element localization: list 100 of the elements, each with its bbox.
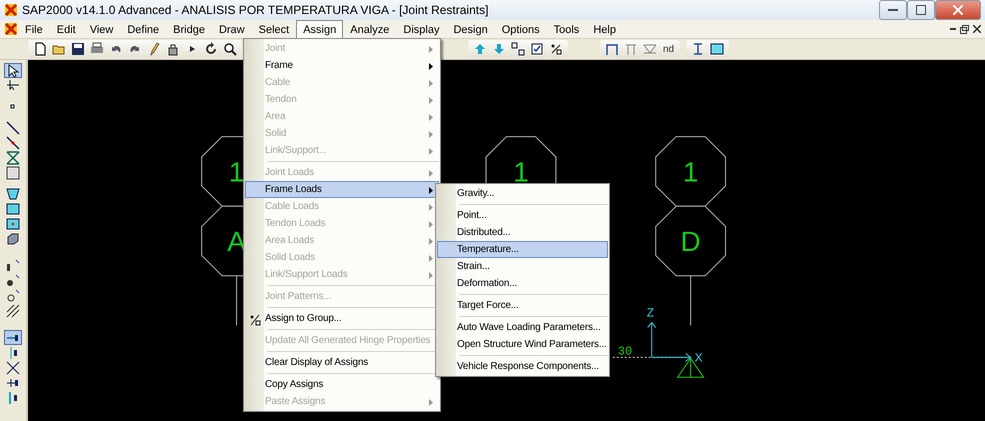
dimension-label: 30 bbox=[618, 344, 632, 358]
line-icon bbox=[6, 120, 20, 134]
line-point-icon bbox=[6, 136, 20, 150]
grid-select-button[interactable] bbox=[510, 41, 526, 57]
cube-icon bbox=[6, 232, 20, 246]
menu-item[interactable]: Options bbox=[494, 20, 547, 38]
pointer-line-button[interactable] bbox=[4, 78, 22, 93]
app-logo-icon bbox=[4, 3, 18, 17]
rectangle-point-button[interactable] bbox=[4, 216, 22, 231]
close-button[interactable] bbox=[935, 0, 981, 20]
submenu-arrow-icon bbox=[429, 63, 433, 70]
group-icon bbox=[249, 314, 261, 326]
menu-item[interactable]: Distributed... bbox=[437, 224, 608, 241]
menu-item[interactable]: Frame bbox=[245, 57, 439, 74]
menu-item[interactable]: Display bbox=[396, 20, 446, 38]
checkbox-icon bbox=[530, 42, 544, 56]
menu-item[interactable]: Select bbox=[252, 20, 296, 38]
group-icon bbox=[549, 42, 563, 56]
refresh-button[interactable] bbox=[203, 41, 219, 57]
axis-label: Z bbox=[646, 306, 654, 320]
restore-button[interactable] bbox=[907, 0, 935, 20]
menu-item[interactable]: Assign to Group... bbox=[245, 310, 439, 327]
pointer-icon bbox=[6, 64, 20, 78]
grid-icon bbox=[6, 166, 20, 180]
grid-label: 1 bbox=[513, 156, 529, 188]
line-button[interactable] bbox=[4, 120, 22, 135]
window-icon bbox=[710, 42, 724, 56]
menu-item[interactable]: Target Force... bbox=[437, 297, 608, 314]
hatch-select-icon bbox=[6, 304, 20, 318]
menu-item[interactable]: Clear Display of Assigns bbox=[245, 354, 439, 371]
menu-item[interactable]: Vehicle Response Components... bbox=[437, 358, 608, 375]
menu-item[interactable]: Tools bbox=[546, 20, 586, 38]
save-icon bbox=[71, 42, 85, 56]
display-button[interactable] bbox=[709, 41, 726, 57]
grid-label: D bbox=[680, 226, 701, 257]
printer-icon bbox=[90, 42, 104, 56]
submenu-arrow-icon bbox=[429, 131, 433, 138]
minimize-icon bbox=[950, 28, 956, 30]
grid-label: 1 bbox=[228, 156, 244, 188]
rectangle-point-icon bbox=[6, 216, 20, 230]
grid-button[interactable] bbox=[4, 165, 22, 180]
arrow-up-icon bbox=[473, 42, 487, 56]
menu-item[interactable]: Define bbox=[120, 20, 166, 38]
snap-intersection-button[interactable] bbox=[4, 360, 22, 375]
menu-item[interactable]: Deformation... bbox=[437, 275, 608, 292]
toolbar-button[interactable]: nd bbox=[661, 41, 676, 57]
menu-item[interactable]: Gravity... bbox=[437, 185, 608, 202]
axis-label: X bbox=[694, 350, 703, 364]
rectangle-icon bbox=[6, 202, 20, 216]
grid-select-icon bbox=[511, 42, 525, 56]
x-axis-arrow bbox=[651, 352, 692, 362]
pointer-button[interactable] bbox=[4, 63, 22, 78]
menu-item[interactable]: Assign bbox=[296, 20, 344, 38]
menu-item[interactable]: Auto Wave Loading Parameters... bbox=[437, 319, 608, 336]
minimize-button[interactable] bbox=[879, 0, 907, 20]
checkbox-button[interactable] bbox=[529, 41, 545, 57]
submenu-arrow-icon bbox=[429, 148, 433, 155]
menu-item[interactable]: File bbox=[18, 20, 50, 38]
menu-item[interactable]: Strain... bbox=[437, 258, 608, 275]
polygon-icon bbox=[6, 186, 20, 200]
menu-item[interactable]: Edit bbox=[50, 20, 83, 38]
menu-item[interactable]: Bridge bbox=[166, 20, 212, 38]
rectangle-button[interactable] bbox=[4, 201, 22, 216]
polygon-button[interactable] bbox=[4, 186, 22, 201]
submenu-arrow-icon bbox=[429, 114, 433, 121]
snap-end-icon bbox=[6, 390, 20, 404]
menu-item[interactable]: Help bbox=[586, 20, 623, 38]
menu-item[interactable]: Design bbox=[446, 20, 495, 38]
submenu-arrow-icon bbox=[429, 399, 433, 406]
minimize-icon bbox=[888, 9, 898, 11]
menu-item[interactable]: View bbox=[82, 20, 120, 38]
submenu-arrow-icon bbox=[429, 97, 433, 104]
window-title: SAP2000 v14.1.0 Advanced - ANALISIS POR TEMPERATURA VIGA - [Joint Restraints] bbox=[22, 3, 490, 17]
menu-item[interactable]: Open Structure Wind Parameters... bbox=[437, 336, 608, 353]
close-icon bbox=[973, 25, 981, 33]
submenu-arrow-icon bbox=[429, 80, 433, 87]
close-icon bbox=[953, 5, 963, 15]
brace-icon bbox=[624, 42, 638, 56]
zoom-button[interactable] bbox=[222, 41, 238, 57]
menu-item[interactable]: Analyze bbox=[343, 20, 396, 38]
pointer-line-icon bbox=[6, 78, 20, 92]
frame-icon bbox=[605, 42, 619, 56]
snap-intersection-icon bbox=[6, 360, 20, 374]
zoom-icon bbox=[223, 42, 237, 56]
submenu-arrow-icon bbox=[429, 46, 433, 53]
hatch-select-button[interactable] bbox=[4, 303, 22, 318]
lock-icon bbox=[166, 42, 180, 56]
app-logo-icon bbox=[4, 22, 18, 36]
line-point-button[interactable] bbox=[4, 135, 22, 150]
menu-item[interactable]: Draw bbox=[212, 20, 252, 38]
menu-item[interactable]: Temperature... bbox=[437, 241, 608, 258]
snap-button[interactable] bbox=[4, 330, 22, 345]
refresh-icon bbox=[204, 42, 218, 56]
truss-icon bbox=[643, 42, 657, 56]
menu-item[interactable]: Copy Assigns bbox=[245, 376, 439, 393]
submenu-arrow-icon bbox=[429, 272, 433, 279]
menu-item[interactable]: Frame Loads bbox=[245, 181, 439, 198]
z-axis-arrow bbox=[647, 322, 656, 358]
menu-item[interactable]: Point... bbox=[437, 207, 608, 224]
save-button[interactable] bbox=[70, 41, 86, 57]
